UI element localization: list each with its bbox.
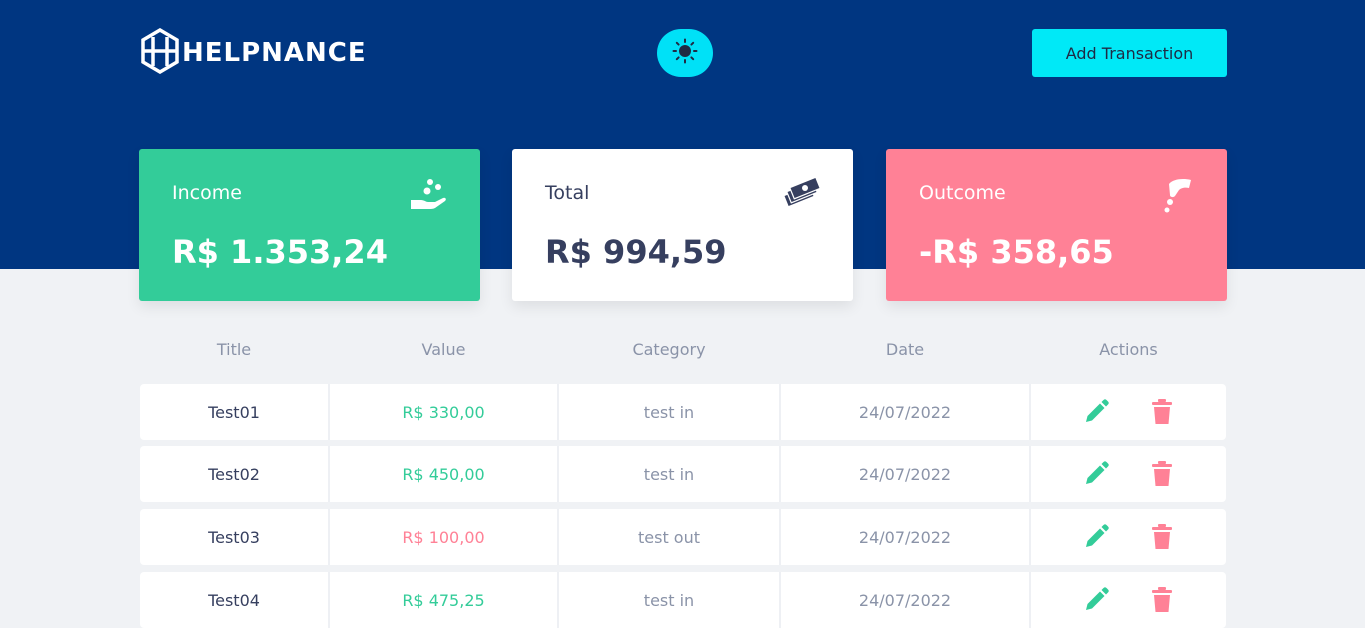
column-header-value: Value <box>421 340 466 359</box>
edit-pencil-icon[interactable] <box>1082 586 1110 614</box>
row-value: R$ 450,00 <box>402 464 485 484</box>
outcome-value: -R$ 358,65 <box>919 233 1114 271</box>
table-row: Test01 R$ 330,00 test in 24/07/2022 <box>140 384 1226 440</box>
row-title: Test01 <box>208 402 260 422</box>
row-date: 24/07/2022 <box>858 527 952 547</box>
delete-trash-icon[interactable] <box>1148 460 1176 488</box>
total-label: Total <box>545 182 590 204</box>
row-actions <box>1031 446 1226 502</box>
row-date: 24/07/2022 <box>858 402 952 422</box>
money-stack-icon <box>782 176 822 212</box>
sun-icon <box>672 38 698 68</box>
edit-pencil-icon[interactable] <box>1082 523 1110 551</box>
row-category: test in <box>643 590 695 610</box>
delete-trash-icon[interactable] <box>1148 586 1176 614</box>
row-category: test in <box>643 464 695 484</box>
row-title: Test04 <box>208 590 260 610</box>
delete-trash-icon[interactable] <box>1148 398 1176 426</box>
row-value: R$ 330,00 <box>402 402 485 422</box>
income-card: Income R$ 1.353,24 <box>139 149 480 301</box>
row-title: Test02 <box>208 464 260 484</box>
row-date: 24/07/2022 <box>858 590 952 610</box>
table-row: Test03 R$ 100,00 test out 24/07/2022 <box>140 509 1226 565</box>
row-category: test in <box>643 402 695 422</box>
outcome-label: Outcome <box>919 182 1006 204</box>
row-date: 24/07/2022 <box>858 464 952 484</box>
column-header-date: Date <box>885 340 925 359</box>
edit-pencil-icon[interactable] <box>1082 460 1110 488</box>
row-value: R$ 100,00 <box>402 527 485 547</box>
delete-trash-icon[interactable] <box>1148 523 1176 551</box>
add-transaction-button[interactable]: Add Transaction <box>1032 29 1227 77</box>
edit-pencil-icon[interactable] <box>1082 398 1110 426</box>
row-actions <box>1031 509 1226 565</box>
row-actions <box>1031 572 1226 628</box>
row-actions <box>1031 384 1226 440</box>
income-label: Income <box>172 182 242 204</box>
theme-toggle-button[interactable] <box>657 29 713 77</box>
column-header-category: Category <box>632 340 706 359</box>
money-out-icon <box>1161 176 1195 218</box>
logo-icon <box>140 27 180 78</box>
column-header-title: Title <box>216 340 252 359</box>
table-row: Test04 R$ 475,25 test in 24/07/2022 <box>140 572 1226 628</box>
income-value: R$ 1.353,24 <box>172 233 388 271</box>
table-row: Test02 R$ 450,00 test in 24/07/2022 <box>140 446 1226 502</box>
outcome-card: Outcome -R$ 358,65 <box>886 149 1227 301</box>
logo-text: HELPNANCE <box>182 38 367 68</box>
money-hand-icon <box>408 176 448 218</box>
total-value: R$ 994,59 <box>545 233 727 271</box>
row-value: R$ 475,25 <box>402 590 485 610</box>
total-card: Total R$ 994,59 <box>512 149 853 301</box>
row-title: Test03 <box>208 527 260 547</box>
row-category: test out <box>637 527 700 547</box>
column-header-actions: Actions <box>1099 340 1158 359</box>
logo[interactable]: HELPNANCE <box>140 27 367 78</box>
